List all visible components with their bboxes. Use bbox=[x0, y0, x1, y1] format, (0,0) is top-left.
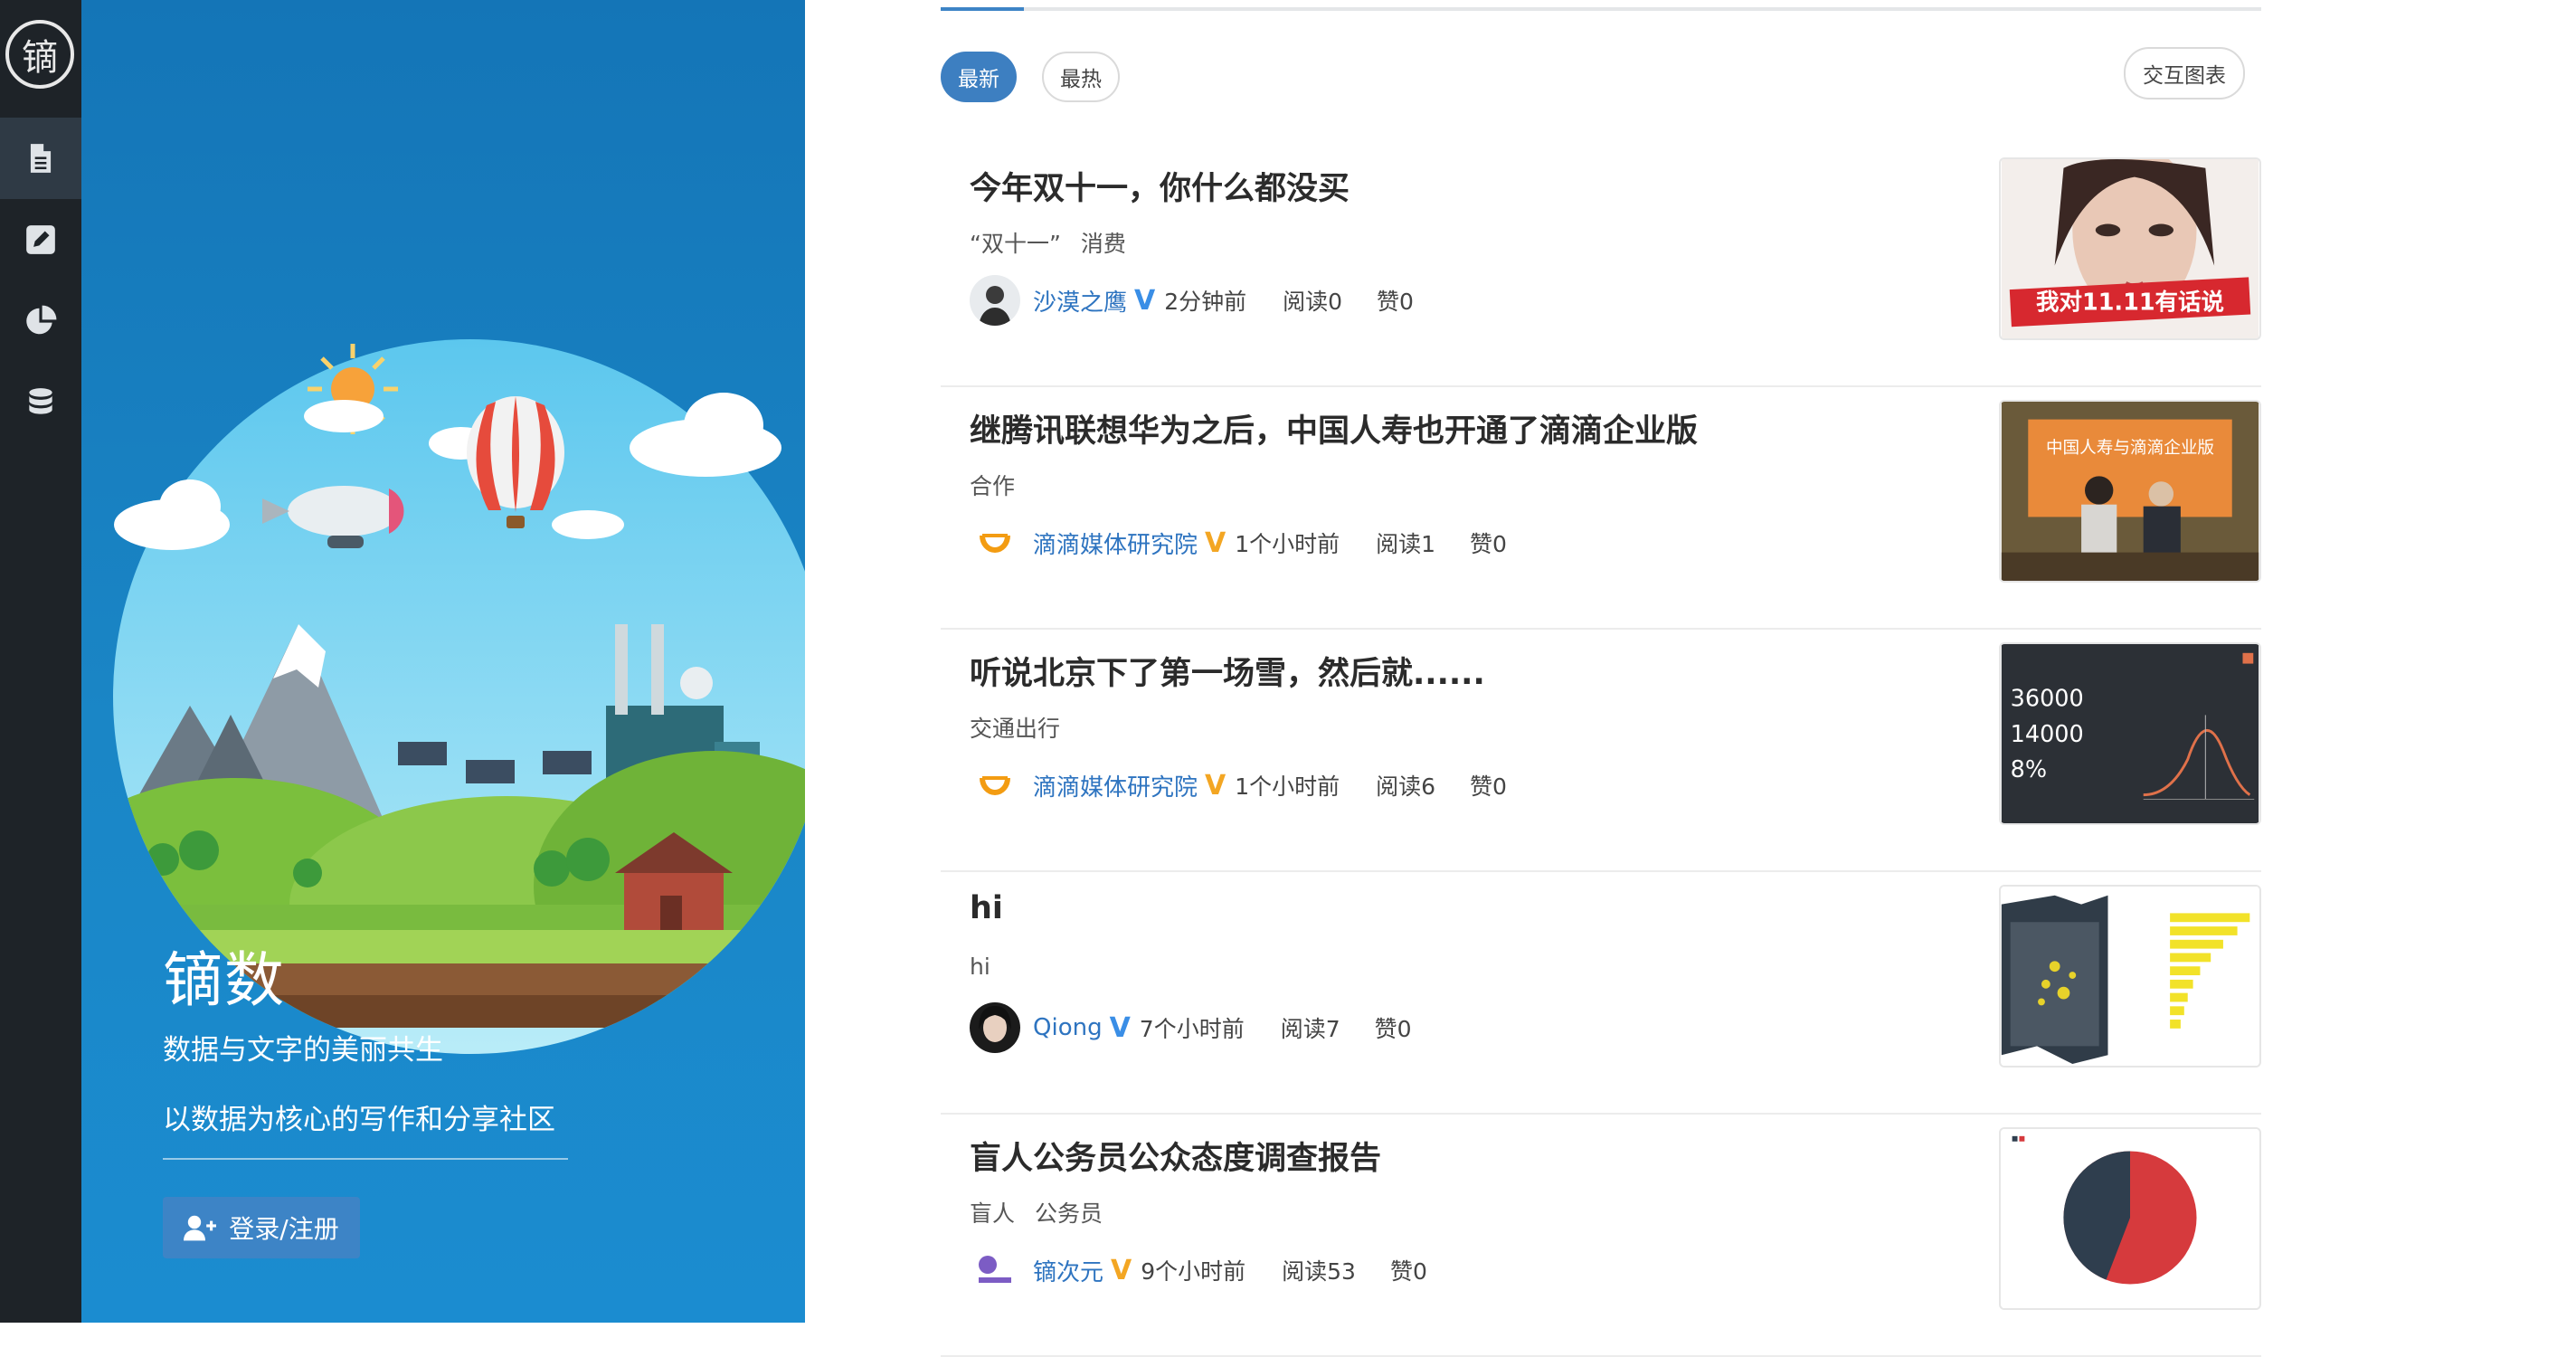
read-count: 阅读7 bbox=[1280, 1016, 1340, 1042]
post-time: 7个小时前 bbox=[1139, 1016, 1245, 1042]
article-tags: “双十一” 消费 bbox=[970, 226, 1126, 259]
site-logo[interactable]: 镝 bbox=[5, 20, 74, 89]
article-thumbnail[interactable]: 中国人寿与滴滴企业版 bbox=[1999, 400, 2261, 583]
article-thumbnail[interactable] bbox=[1999, 1127, 2261, 1310]
tab-bar bbox=[941, 7, 2261, 11]
post-time: 9个小时前 bbox=[1141, 1258, 1246, 1285]
article-item[interactable]: 今年双十一，你什么都没买 “双十一” 消费 沙漠之鹰 V 2分钟前 阅读0 赞0 … bbox=[941, 145, 2261, 387]
article-thumbnail[interactable] bbox=[1999, 885, 2261, 1068]
article-title[interactable]: hi bbox=[970, 890, 1003, 926]
article-feed: 最新 最热 交互图表 今年双十一，你什么都没买 “双十一” 消费 沙漠之鹰 V 2… bbox=[941, 0, 2261, 1357]
verified-icon: V bbox=[1205, 769, 1226, 802]
icon-rail: 镝 bbox=[0, 0, 81, 1323]
pencil-icon bbox=[26, 225, 55, 254]
pie-chart-icon bbox=[26, 305, 57, 335]
hero-divider bbox=[163, 1158, 568, 1160]
thumbnail-caption: 中国人寿与滴滴企业版 bbox=[2046, 439, 2214, 458]
like-count[interactable]: 赞0 bbox=[1375, 1011, 1412, 1044]
login-register-label: 登录/注册 bbox=[229, 1214, 339, 1244]
rail-item-articles[interactable] bbox=[0, 118, 81, 199]
post-time: 1个小时前 bbox=[1235, 531, 1340, 557]
article-item[interactable]: 继腾讯联想华为之后，中国人寿也开通了滴滴企业版 合作 滴滴媒体研究院 V 1个小… bbox=[941, 387, 2261, 630]
article-item[interactable]: hi hi Qiong V 7个小时前 阅读7 赞0 bbox=[941, 872, 2261, 1115]
thumbnail-value: 14000 bbox=[2011, 721, 2084, 748]
avatar[interactable] bbox=[970, 1002, 1020, 1053]
verified-icon: V bbox=[1111, 1254, 1132, 1286]
hero-subtitle-2: 以数据为核心的写作和分享社区 bbox=[163, 1104, 555, 1136]
article-meta: 滴滴媒体研究院 V 1个小时前 阅读6 赞0 bbox=[970, 758, 1507, 812]
tag[interactable]: 交通出行 bbox=[970, 716, 1060, 742]
avatar[interactable] bbox=[970, 760, 1020, 811]
rail-item-write[interactable] bbox=[0, 199, 81, 280]
author-name[interactable]: Qiong bbox=[1033, 1014, 1103, 1041]
hero-panel: 镝数 数据与文字的美丽共生 以数据为核心的写作和分享社区 登录/注册 bbox=[81, 0, 805, 1323]
like-count[interactable]: 赞0 bbox=[1377, 284, 1414, 317]
hero-title: 镝数 bbox=[163, 945, 286, 1015]
verified-icon: V bbox=[1205, 527, 1226, 559]
interactive-chart-button[interactable]: 交互图表 bbox=[2124, 47, 2245, 100]
like-count[interactable]: 赞0 bbox=[1390, 1254, 1427, 1286]
tag[interactable]: 盲人 bbox=[970, 1200, 1015, 1227]
thumbnail-caption: 我对11.11有话说 bbox=[2036, 289, 2224, 317]
article-tags: hi bbox=[970, 954, 990, 980]
read-count: 阅读6 bbox=[1376, 773, 1436, 800]
post-time: 1个小时前 bbox=[1235, 773, 1340, 800]
tag[interactable]: 消费 bbox=[1081, 231, 1126, 257]
rail-item-data[interactable] bbox=[0, 362, 81, 443]
post-time: 2分钟前 bbox=[1164, 289, 1247, 315]
tab-hot[interactable]: 最热 bbox=[1042, 52, 1120, 102]
article-tags: 盲人 公务员 bbox=[970, 1196, 1103, 1229]
article-item[interactable]: 听说北京下了第一场雪，然后就...... 交通出行 滴滴媒体研究院 V 1个小时… bbox=[941, 630, 2261, 872]
article-thumbnail[interactable]: 36000 14000 8% bbox=[1999, 642, 2261, 825]
article-title[interactable]: 今年双十一，你什么都没买 bbox=[970, 163, 1350, 209]
avatar[interactable] bbox=[970, 517, 1020, 568]
verified-icon: V bbox=[1134, 284, 1156, 317]
author-name[interactable]: 沙漠之鹰 bbox=[1033, 284, 1127, 318]
article-title[interactable]: 听说北京下了第一场雪，然后就...... bbox=[970, 648, 1485, 694]
add-user-icon bbox=[184, 1215, 217, 1241]
tab-indicator bbox=[941, 7, 1024, 11]
article-tags: 合作 bbox=[970, 469, 1015, 501]
read-count: 阅读53 bbox=[1282, 1258, 1356, 1285]
like-count[interactable]: 赞0 bbox=[1470, 527, 1507, 559]
verified-icon: V bbox=[1109, 1011, 1131, 1044]
login-register-button[interactable]: 登录/注册 bbox=[163, 1197, 360, 1258]
document-icon bbox=[30, 144, 52, 173]
tag[interactable]: 合作 bbox=[970, 473, 1015, 499]
read-count: 阅读1 bbox=[1376, 531, 1436, 557]
tag[interactable]: hi bbox=[970, 954, 990, 980]
article-meta: 沙漠之鹰 V 2分钟前 阅读0 赞0 bbox=[970, 273, 1414, 327]
article-meta: Qiong V 7个小时前 阅读7 赞0 bbox=[970, 1001, 1412, 1055]
article-tags: 交通出行 bbox=[970, 711, 1060, 744]
read-count: 阅读0 bbox=[1283, 289, 1343, 315]
avatar[interactable] bbox=[970, 275, 1020, 326]
author-name[interactable]: 滴滴媒体研究院 bbox=[1033, 527, 1198, 560]
tab-latest[interactable]: 最新 bbox=[941, 52, 1017, 102]
article-title[interactable]: 盲人公务员公众态度调查报告 bbox=[970, 1133, 1381, 1179]
article-item[interactable]: 盲人公务员公众态度调查报告 盲人 公务员 镝次元 V 9个小时前 阅读53 赞0 bbox=[941, 1115, 2261, 1357]
article-meta: 滴滴媒体研究院 V 1个小时前 阅读1 赞0 bbox=[970, 516, 1507, 570]
hero-subtitle-1: 数据与文字的美丽共生 bbox=[163, 1034, 443, 1067]
author-name[interactable]: 镝次元 bbox=[1033, 1254, 1103, 1287]
like-count[interactable]: 赞0 bbox=[1470, 769, 1507, 802]
author-name[interactable]: 滴滴媒体研究院 bbox=[1033, 769, 1198, 802]
rail-item-charts[interactable] bbox=[0, 280, 81, 362]
article-meta: 镝次元 V 9个小时前 阅读53 赞0 bbox=[970, 1243, 1427, 1297]
tag[interactable]: “双十一” bbox=[970, 231, 1061, 257]
tag[interactable]: 公务员 bbox=[1035, 1200, 1103, 1227]
article-thumbnail[interactable]: 我对11.11有话说 bbox=[1999, 157, 2261, 340]
avatar[interactable] bbox=[970, 1245, 1020, 1295]
thumbnail-value: 8% bbox=[2011, 756, 2047, 783]
article-title[interactable]: 继腾讯联想华为之后，中国人寿也开通了滴滴企业版 bbox=[970, 405, 1698, 451]
database-icon bbox=[29, 388, 52, 414]
thumbnail-value: 36000 bbox=[2011, 686, 2084, 713]
